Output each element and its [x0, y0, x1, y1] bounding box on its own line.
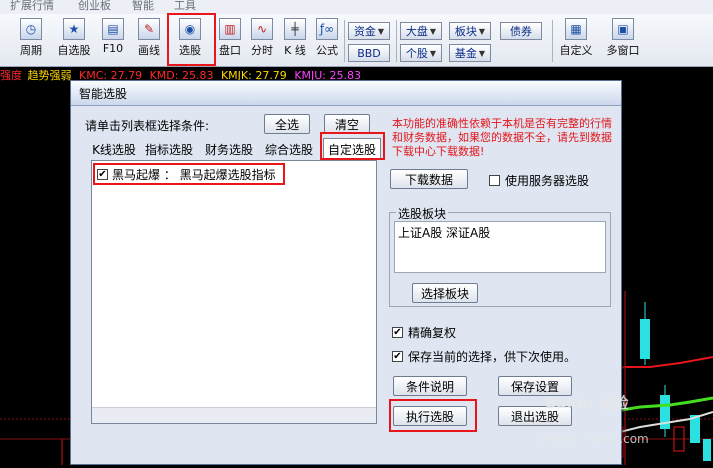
- download-data-button[interactable]: 下载数据: [390, 169, 468, 189]
- menu-item-smart[interactable]: 智能: [132, 0, 154, 13]
- choose-sector-button[interactable]: 选择板块: [412, 283, 478, 303]
- clear-button[interactable]: 清空: [324, 114, 370, 134]
- line-chart-icon: ∿: [251, 18, 273, 40]
- checkbox-checked-icon[interactable]: ✔: [392, 351, 403, 362]
- handicap-icon: ▥: [219, 18, 241, 40]
- toolbar-separator: [552, 20, 553, 62]
- tab-finance-select[interactable]: 财务选股: [201, 138, 257, 160]
- candle-down: [703, 439, 711, 461]
- prompt-label: 请单击列表框选择条件:: [85, 119, 210, 133]
- candle-down: [640, 319, 650, 359]
- tab-custom-select[interactable]: 自定选股: [323, 138, 381, 160]
- custom-layout-icon: ▦: [565, 18, 587, 40]
- draw-line-button[interactable]: ✎ 画线: [132, 16, 166, 58]
- watermark-url: jingyan.baidu.com: [538, 432, 649, 446]
- sector-button[interactable]: 板块 ▼: [449, 22, 491, 40]
- dialog-title: 智能选股: [71, 81, 621, 106]
- checkbox-icon[interactable]: [489, 175, 500, 186]
- self-stock-button[interactable]: ★ 自选股: [52, 16, 96, 58]
- document-icon: ▤: [102, 18, 124, 40]
- menu-item-tools[interactable]: 工具: [174, 0, 196, 13]
- pencil-icon: ✎: [138, 18, 160, 40]
- save-selection-checkbox[interactable]: ✔ 保存当前的选择，供下次使用。: [392, 348, 576, 365]
- star-icon: ★: [63, 18, 85, 40]
- precise-adjust-checkbox[interactable]: ✔ 精确复权: [392, 324, 456, 341]
- warning-text: 本功能的准确性依赖于本机是否有完整的行情和财务数据，如果您的数据不全，请先到数据…: [392, 117, 612, 158]
- stock-screen-icon: ◉: [179, 18, 201, 40]
- indicator-bar: 强度 趋势强弱 KMC: 27.79 KMD: 25.83 KMJK: 27.7…: [0, 67, 361, 82]
- condition-description-button[interactable]: 条件说明: [393, 376, 467, 396]
- menu-item-gem[interactable]: 创业板: [78, 0, 111, 13]
- kline-button[interactable]: ╪ K 线: [280, 16, 310, 58]
- candlestick-icon: ╪: [284, 18, 306, 40]
- tab-composite-select[interactable]: 综合选股: [261, 138, 317, 160]
- use-server-checkbox[interactable]: 使用服务器选股: [489, 172, 589, 189]
- tab-kline-select[interactable]: K线选股: [91, 138, 137, 160]
- multi-window-button[interactable]: ▣ 多窗口: [602, 16, 644, 58]
- execute-selection-button[interactable]: 执行选股: [393, 406, 467, 426]
- sector-group-title: 选股板块: [396, 205, 449, 222]
- sector-group: 选股板块 上证A股 深证A股 选择板块: [389, 205, 611, 307]
- custom-button[interactable]: ▦ 自定义: [556, 16, 596, 58]
- select-stock-button[interactable]: ◉ 选股: [172, 16, 208, 58]
- select-all-button[interactable]: 全选: [264, 114, 310, 134]
- horizontal-scrollbar[interactable]: [92, 407, 376, 423]
- chevron-down-icon: ▼: [478, 26, 486, 36]
- toolbar: ◷ 周期 ★ 自选股 ▤ F10 ✎ 画线 ◉ 选股 ▥ 盘口 ∿ 分时 ╪ K…: [0, 14, 713, 67]
- clock-icon: ◷: [20, 18, 42, 40]
- formula-icon: ƒ∞: [316, 18, 338, 40]
- toolbar-separator: [396, 20, 397, 62]
- market-button[interactable]: 大盘 ▼: [400, 22, 442, 40]
- condition-list[interactable]: ✔ 黑马起爆 ： 黑马起爆选股指标: [91, 160, 377, 424]
- tab-indicator-select[interactable]: 指标选股: [141, 138, 197, 160]
- list-item[interactable]: ✔ 黑马起爆 ： 黑马起爆选股指标: [97, 166, 276, 183]
- watermark-logo: Baidu 经验: [545, 394, 629, 412]
- formula-button[interactable]: ƒ∞ 公式: [313, 16, 341, 58]
- bonds-button[interactable]: 债券: [500, 22, 542, 40]
- handicap-button[interactable]: ▥ 盘口: [216, 16, 244, 58]
- checkbox-checked-icon[interactable]: ✔: [97, 169, 108, 180]
- sector-list[interactable]: 上证A股 深证A股: [394, 221, 606, 273]
- toolbar-separator: [344, 20, 345, 62]
- checkbox-checked-icon[interactable]: ✔: [392, 327, 403, 338]
- smart-stock-selection-dialog: 智能选股 请单击列表框选择条件: 全选 清空 K线选股 指标选股 财务选股 综合…: [70, 80, 622, 465]
- chevron-down-icon: ▼: [429, 48, 437, 58]
- funds-button[interactable]: 资金 ▼: [348, 22, 390, 40]
- individual-stock-button[interactable]: 个股 ▼: [400, 44, 442, 62]
- minute-chart-button[interactable]: ∿ 分时: [248, 16, 276, 58]
- multi-window-icon: ▣: [612, 18, 634, 40]
- menu-bar: 扩展行情 创业板 智能 工具: [0, 0, 713, 14]
- fund-button[interactable]: 基金 ▼: [449, 44, 491, 62]
- chevron-down-icon: ▼: [478, 48, 486, 58]
- indicator-name[interactable]: 趋势强弱: [28, 69, 72, 82]
- chevron-down-icon: ▼: [377, 26, 385, 36]
- period-button[interactable]: ◷ 周期: [14, 16, 48, 58]
- indicator-prefix: 强度: [0, 69, 22, 82]
- list-item-label: 黑马起爆 ： 黑马起爆选股指标: [112, 168, 276, 182]
- bbd-button[interactable]: BBD: [348, 44, 390, 62]
- f10-button[interactable]: ▤ F10: [98, 16, 128, 55]
- menu-item-extended-quotes[interactable]: 扩展行情: [10, 0, 54, 13]
- chevron-down-icon: ▼: [429, 26, 437, 36]
